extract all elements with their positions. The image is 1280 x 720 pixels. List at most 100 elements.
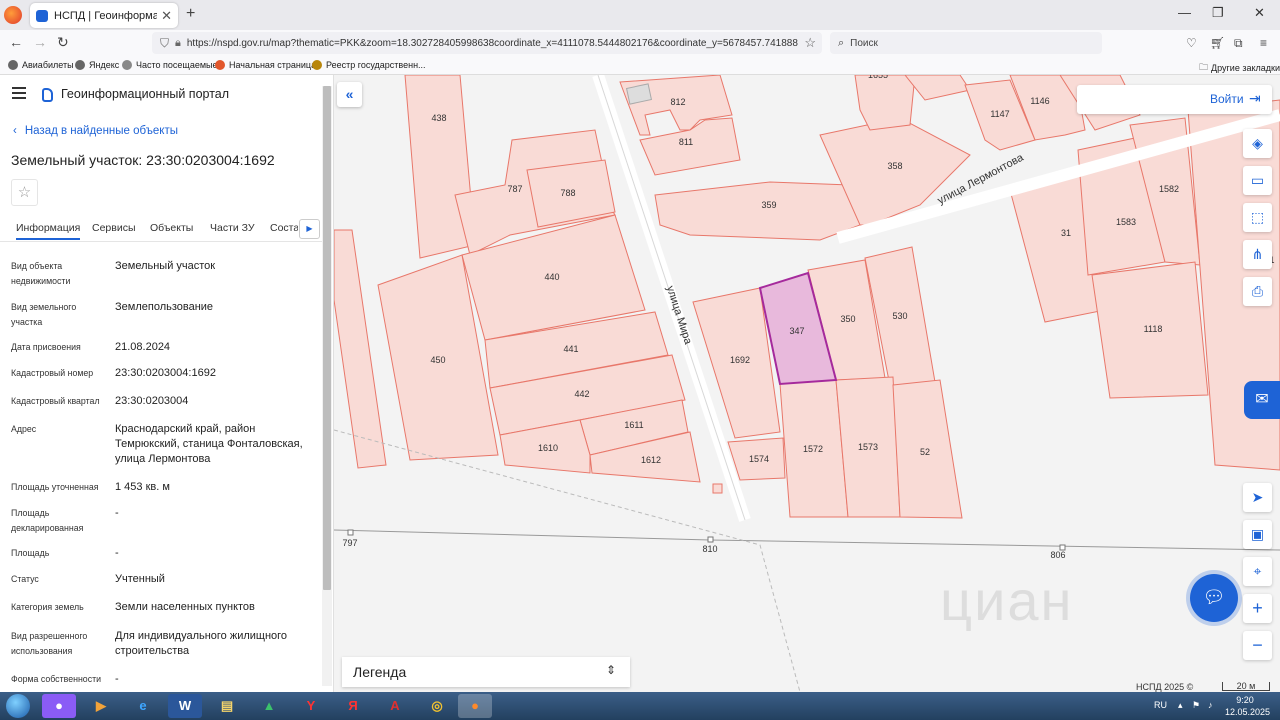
feedback-chat-icon[interactable]: ✉ [1244, 381, 1280, 419]
tray-arrow-icon[interactable]: ▴ [1178, 700, 1183, 711]
firefox-icon [215, 60, 225, 70]
app-icon[interactable]: ● [42, 694, 76, 718]
info-tabs: Информация Сервисы Объекты Части ЗУ Сост… [0, 218, 322, 242]
tab-objects[interactable]: Объекты [150, 222, 193, 234]
reload-icon[interactable]: ↻ [57, 34, 69, 51]
start-button[interactable] [6, 694, 30, 718]
maximize-icon[interactable]: ❐ [1212, 5, 1224, 21]
select-area-icon[interactable]: ⬚ [1243, 203, 1272, 232]
parcel-label: 811 [679, 137, 693, 147]
globe-icon [75, 60, 85, 70]
geolocation-icon[interactable]: ➤ [1243, 483, 1272, 512]
browser-tab-bar: НСПД | Геоинформационный ✕ + — ❐ ✕ [0, 0, 1280, 30]
system-clock[interactable]: 9:20 12.05.2025 [1225, 694, 1270, 718]
flag-icon[interactable]: ⚑ [1192, 700, 1200, 711]
parcel-label: 787 [507, 184, 522, 194]
parcel-label: 347 [789, 326, 804, 336]
tab-services[interactable]: Сервисы [92, 222, 136, 234]
parcel-label: 1655 [868, 75, 888, 80]
explorer-icon[interactable]: ▤ [210, 694, 244, 718]
chat-bubble-icon[interactable]: 💬︎ [1190, 574, 1238, 622]
panel-scrollbar-thumb[interactable] [323, 86, 331, 590]
minimap-icon[interactable]: ▣ [1243, 520, 1272, 549]
bookmark-item[interactable]: Часто посещаемые [122, 60, 218, 70]
chrome-icon[interactable]: ◎ [420, 694, 454, 718]
bookmark-item[interactable]: Яндекс [75, 60, 119, 70]
app-icon[interactable]: ▲ [252, 694, 286, 718]
parcel-label: 450 [430, 355, 445, 365]
parcel-label: 1573 [858, 442, 878, 452]
map-canvas[interactable]: 438 787 788 440 450 441 442 1611 1610 1612 812 811 3… [334, 75, 1280, 692]
bookmark-item[interactable]: Авиабилеты [8, 60, 74, 70]
tab-parts[interactable]: Части ЗУ [210, 222, 255, 234]
bookmarks-bar: Авиабилеты Яндекс Часто посещаемые Начал… [0, 56, 1280, 75]
clock-time: 9:20 [1236, 695, 1254, 705]
scale-bar: 20 м [1222, 682, 1270, 691]
media-player-icon[interactable]: ▶ [84, 694, 118, 718]
close-window-icon[interactable]: ✕ [1254, 5, 1265, 21]
back-icon[interactable]: ← [9, 34, 23, 50]
minimize-icon[interactable]: — [1178, 5, 1191, 20]
pdf-reader-icon[interactable]: A [378, 694, 412, 718]
pocket-icon[interactable]: ♡ [1186, 36, 1197, 50]
chevron-left-icon: ‹ [13, 125, 17, 137]
favorite-star-icon[interactable]: ☆ [11, 179, 38, 206]
cart-icon[interactable]: 🛒︎ [1210, 36, 1225, 50]
url-text[interactable]: https://nspd.gov.ru/map?thematic=PKK&zoo… [187, 38, 798, 49]
layers-icon[interactable]: ◈ [1243, 129, 1272, 158]
login-button[interactable]: Войти ⇥ [1077, 85, 1272, 114]
parcel-label: 52 [920, 447, 930, 457]
address-bar[interactable]: ⛉ 🔒︎ https://nspd.gov.ru/map?thematic=PK… [152, 32, 822, 54]
extensions-icon[interactable]: ⧉ [1234, 36, 1243, 51]
object-info-panel: Геоинформационный портал ‹ Назад в найден… [0, 75, 334, 692]
bookmark-star-icon[interactable]: ☆ [804, 35, 816, 51]
tab-composition[interactable]: Соста [270, 222, 298, 234]
lock-icon[interactable]: 🔒︎ [175, 37, 181, 50]
word-icon[interactable]: W [168, 694, 202, 718]
yandex-browser-icon[interactable]: Y [294, 694, 328, 718]
collapse-panel-button[interactable]: « [337, 82, 362, 107]
firefox-taskbar-icon[interactable]: ● [458, 694, 492, 718]
zoom-in-icon[interactable]: + [1243, 594, 1272, 623]
menu-icon[interactable]: ≡ [1260, 36, 1267, 50]
parcel-label: 441 [563, 344, 578, 354]
object-title: Земельный участок: 23:30:0203004:1692 [11, 152, 275, 168]
tab-info[interactable]: Информация [16, 222, 81, 240]
parcel-label: 1610 [538, 443, 558, 453]
location-pin-icon[interactable]: ⌖ [1243, 557, 1272, 586]
cadastral-map[interactable]: 438 787 788 440 450 441 442 1611 1610 1612 812 811 3… [334, 75, 1280, 692]
map-copyright: НСПД 2025 © [1136, 682, 1194, 692]
search-field[interactable]: ⌕ Поиск [830, 32, 1102, 54]
print-icon[interactable]: ⎙ [1243, 277, 1272, 306]
survey-point-label: 810 [702, 544, 717, 554]
legend-label: Легенда [353, 664, 407, 680]
bookmark-item[interactable]: Реестр государственн... [312, 60, 426, 70]
parcel-label: 31 [1061, 228, 1071, 238]
ie-icon[interactable]: e [126, 694, 160, 718]
volume-icon[interactable]: ♪ [1208, 700, 1213, 710]
zoom-out-icon[interactable]: − [1243, 631, 1272, 660]
login-icon: ⇥ [1249, 90, 1261, 106]
back-to-results-link[interactable]: ‹ Назад в найденные объекты [13, 125, 178, 137]
browser-tab[interactable]: НСПД | Геоинформационный ✕ [30, 3, 178, 28]
bookmark-item[interactable]: Начальная страница [215, 60, 316, 70]
share-icon[interactable]: ⋔ [1243, 240, 1272, 269]
emblem-icon [312, 60, 322, 70]
legend-panel[interactable]: Легенда ⇕ [342, 657, 630, 687]
folder-icon: 🗀 [1199, 62, 1209, 72]
hamburger-menu-icon[interactable] [12, 87, 26, 99]
new-tab-icon[interactable]: + [186, 5, 195, 23]
shield-icon[interactable]: ⛉ [160, 36, 169, 51]
ruler-icon[interactable]: ▭ [1243, 166, 1272, 195]
language-indicator[interactable]: RU [1154, 700, 1167, 710]
expand-arrows-icon: ⇕ [606, 663, 617, 677]
other-bookmarks[interactable]: 🗀 Другие закладки [1199, 60, 1280, 76]
parcel-label: 438 [431, 113, 446, 123]
tabs-scroll-right-icon[interactable]: ▶ [299, 219, 320, 239]
parcel-label: 1572 [803, 444, 823, 454]
yandex-icon[interactable]: Я [336, 694, 370, 718]
tab-close-icon[interactable]: ✕ [161, 8, 172, 24]
forward-icon[interactable]: → [33, 34, 47, 50]
parcel-label: 530 [892, 311, 907, 321]
firefox-menu-icon[interactable] [4, 6, 22, 24]
